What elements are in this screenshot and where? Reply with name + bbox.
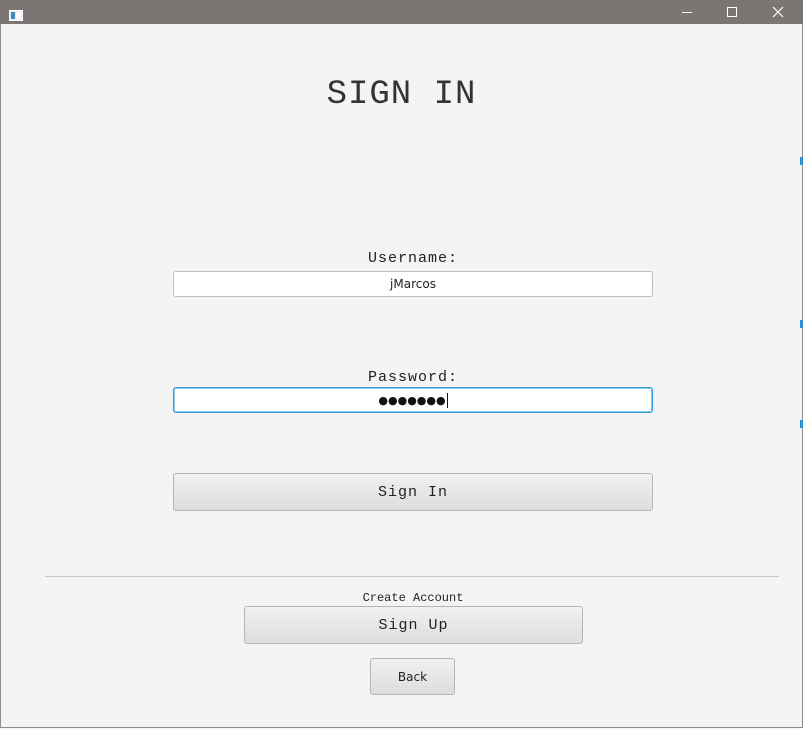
- text-caret: [446, 392, 448, 408]
- java-app-icon: [9, 6, 23, 21]
- sign-up-button[interactable]: Sign Up: [244, 606, 583, 644]
- window-titlebar[interactable]: [0, 0, 803, 24]
- minimize-button[interactable]: [664, 0, 710, 24]
- create-account-label: Create Account: [362, 591, 464, 605]
- close-button[interactable]: [755, 0, 801, 24]
- password-masked-value: ●●●●●●●: [378, 393, 446, 407]
- username-input[interactable]: [173, 271, 653, 297]
- username-label: Username:: [367, 250, 458, 267]
- maximize-icon: [726, 3, 738, 22]
- close-icon: [772, 3, 784, 22]
- page-title: SIGN IN: [326, 76, 477, 114]
- password-input[interactable]: ●●●●●●●: [173, 387, 653, 413]
- section-divider: [45, 576, 779, 577]
- maximize-button[interactable]: [709, 0, 755, 24]
- minimize-icon: [681, 3, 693, 22]
- back-button[interactable]: Back: [370, 658, 455, 695]
- password-label: Password:: [367, 369, 458, 386]
- sign-in-button[interactable]: Sign In: [173, 473, 653, 511]
